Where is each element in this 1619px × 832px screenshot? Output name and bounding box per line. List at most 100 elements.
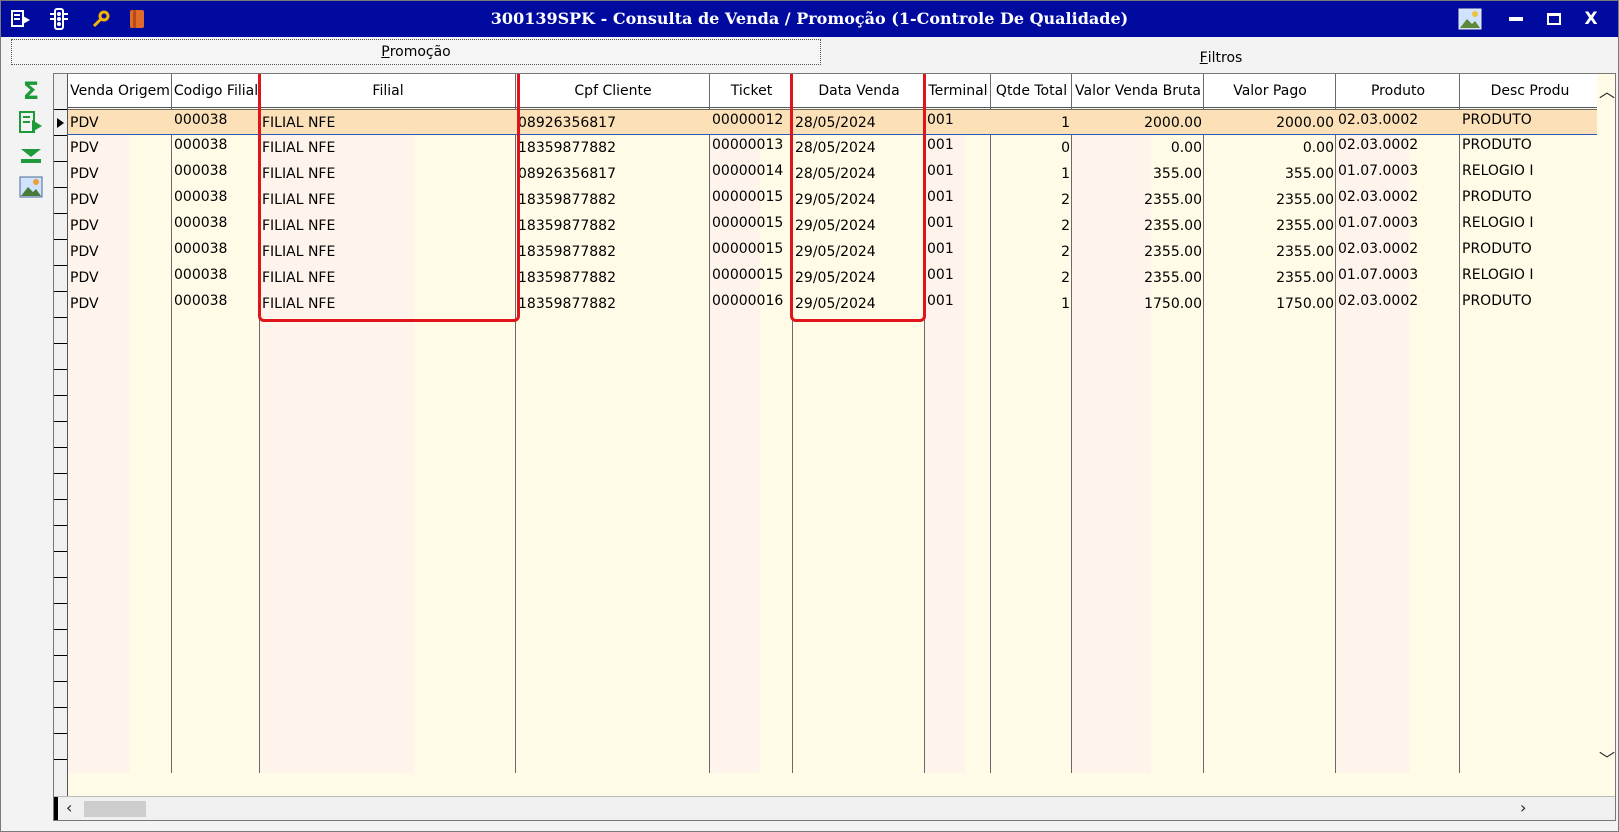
column-header[interactable]: Codigo Filial [172,74,260,108]
image-icon[interactable] [17,173,45,201]
export-icon[interactable] [17,109,45,137]
tab-filtros-label: iltros [1207,50,1243,66]
scroll-up-icon[interactable]: ︿ [1599,78,1615,102]
table-cell: 355.00 [1153,166,1202,182]
table-cell: 18359877882 [518,192,616,208]
row-marker [54,291,67,292]
minimize-button[interactable] [1503,7,1529,31]
table-cell: 0.00 [1170,140,1202,156]
table-cell: 000038 [174,293,228,309]
table-cell: 000038 [174,163,228,179]
row-marker [54,499,67,500]
table-cell: 2 [1061,218,1070,234]
table-cell: 18359877882 [518,140,616,156]
table-cell: 2355.00 [1144,270,1202,286]
table-cell: 2355.00 [1144,192,1202,208]
highlight-box-filial [258,74,520,322]
scroll-left-icon[interactable]: ‹ [66,798,72,817]
table-cell: 2355.00 [1144,244,1202,260]
table-cell: 18359877882 [518,296,616,312]
table-cell: 001 [927,241,954,257]
table-cell: 2 [1061,244,1070,260]
table-cell: PDV [70,270,99,286]
table-cell: 1750.00 [1144,296,1202,312]
row-marker [54,603,67,604]
table-cell: 02.03.0002 [1338,137,1419,153]
table-cell: 000038 [174,267,228,283]
table-cell: 02.03.0002 [1338,293,1419,309]
table-cell: 1750.00 [1276,296,1334,312]
column-header[interactable]: Cpf Cliente [516,74,710,108]
image-icon[interactable] [1457,7,1483,31]
row-marker [54,421,67,422]
row-marker [54,707,67,708]
table-cell: PDV [70,115,99,131]
table-cell: 08926356817 [518,166,616,182]
window-title: 300139SPK - Consulta de Venda / Promoção… [490,9,1129,28]
scroll-down-icon[interactable]: ﹀ [1599,746,1615,770]
column-header[interactable]: Ticket [710,74,793,108]
column-header[interactable]: Valor Pago [1204,74,1336,108]
highlight-box-data-venda [790,74,926,322]
table-cell: 000038 [174,137,228,153]
collapse-icon[interactable] [17,141,45,169]
table-cell: PDV [70,166,99,182]
table-cell: 18359877882 [518,244,616,260]
tab-filtros-hotkey: F [1199,50,1208,66]
table-cell: 2 [1061,270,1070,286]
tab-promocao-hotkey: P [381,44,390,60]
table-cell: 00000016 [712,293,784,309]
row-marker [54,343,67,344]
row-marker [54,447,67,448]
table-cell: RELOGIO I [1462,215,1534,231]
table-cell: 000038 [174,112,228,128]
column-header[interactable]: Produto [1336,74,1460,108]
horizontal-scroll-thumb[interactable] [84,801,146,817]
table-cell: 001 [927,293,954,309]
table-cell: 01.07.0003 [1338,215,1419,231]
table-cell: 000038 [174,241,228,257]
row-marker [54,395,67,396]
table-cell: 2355.00 [1276,270,1334,286]
column-header[interactable]: Qtde Total [991,74,1072,108]
column-header[interactable]: Terminal [925,74,991,108]
table-cell: 02.03.0002 [1338,112,1419,128]
table-cell: 001 [927,215,954,231]
table-cell: 0.00 [1302,140,1334,156]
table-cell: 02.03.0002 [1338,241,1419,257]
maximize-button[interactable] [1541,7,1567,31]
row-marker [54,161,67,162]
table-cell: 2355.00 [1276,192,1334,208]
table-cell: PRODUTO [1462,189,1532,205]
table-cell: PDV [70,218,99,234]
column-header[interactable]: Desc Produ [1460,74,1600,108]
table-cell: 00000015 [712,189,784,205]
table-cell: RELOGIO I [1462,267,1534,283]
close-button[interactable]: X [1578,7,1604,31]
table-cell: 02.03.0002 [1338,189,1419,205]
row-marker [54,317,67,318]
column-header[interactable]: Venda Origem [68,74,172,108]
table-cell: 00000012 [712,112,784,128]
horizontal-scrollbar[interactable]: ‹ › [54,796,1615,820]
vertical-scrollbar[interactable]: ︿ ﹀ [1597,74,1615,774]
tab-filtros[interactable]: Filtros [826,45,1616,71]
table-cell: 01.07.0003 [1338,267,1419,283]
tab-promocao-label: romoção [389,44,451,60]
row-marker [54,135,67,136]
main-window: 300139SPK - Consulta de Venda / Promoção… [0,0,1619,832]
table-cell: PDV [70,296,99,312]
row-marker [54,213,67,214]
table-cell: PDV [70,140,99,156]
sum-icon[interactable]: Σ [17,77,45,105]
table-cell: 0 [1061,140,1070,156]
data-grid[interactable]: Venda Origem Codigo Filial Filial Cpf Clien… [53,73,1616,821]
column-header[interactable]: Valor Venda Bruta [1072,74,1204,108]
table-cell: 001 [927,112,954,128]
table-cell: PDV [70,192,99,208]
table-cell: PRODUTO [1462,293,1532,309]
row-marker [54,473,67,474]
row-marker [54,577,67,578]
scroll-right-icon[interactable]: › [1520,798,1526,817]
tab-promocao[interactable]: Promoção [11,39,821,65]
